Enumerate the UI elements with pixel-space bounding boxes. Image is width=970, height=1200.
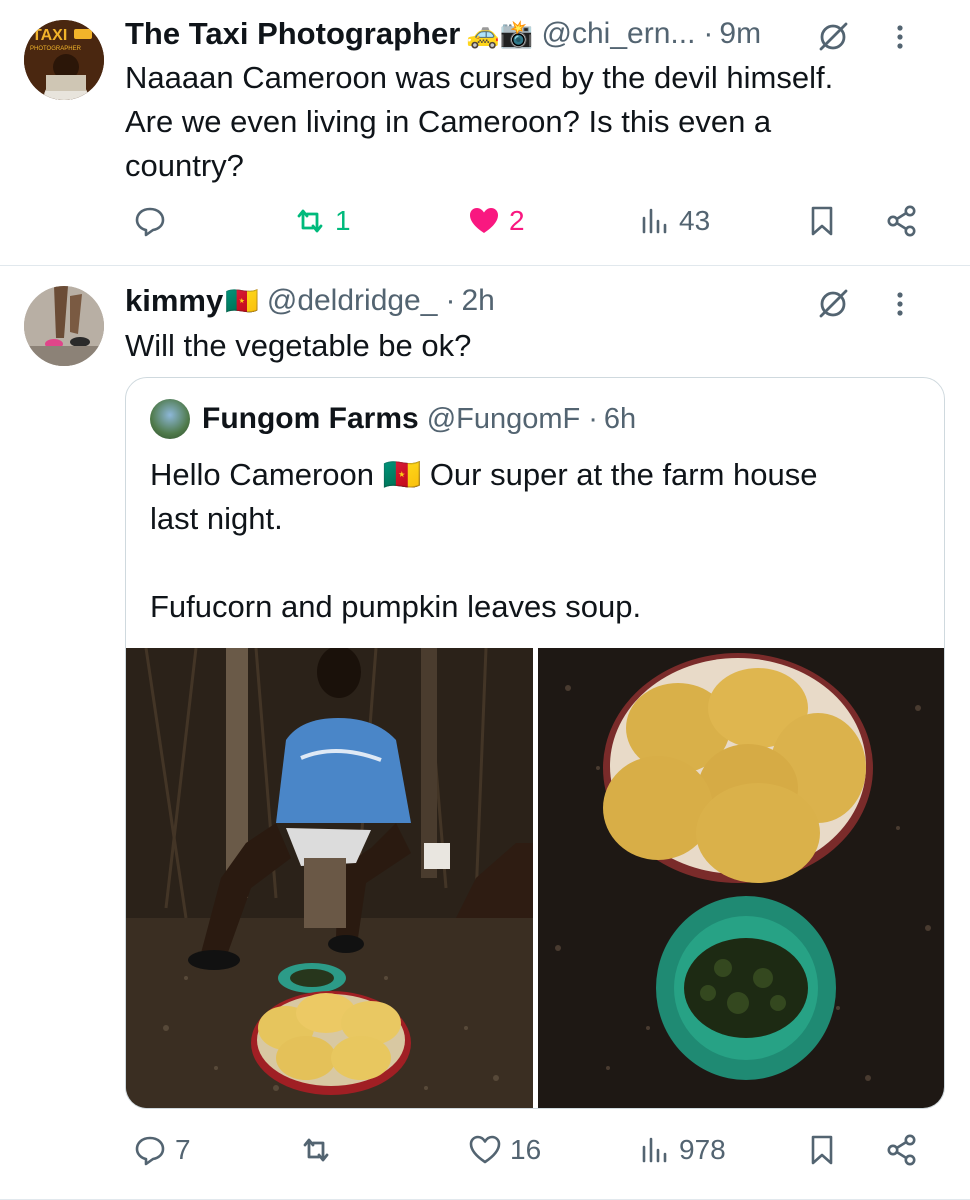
share-icon: [887, 1134, 916, 1166]
quoted-handle[interactable]: @FungomF: [427, 403, 581, 436]
quoted-text-blank-line: [150, 541, 920, 585]
reply-icon: [135, 207, 165, 237]
separator-dot: ·: [445, 284, 456, 317]
like-button[interactable]: 2: [467, 204, 525, 238]
avatar-image: [24, 286, 104, 366]
separator-dot: ·: [703, 17, 714, 50]
more-options-icon[interactable]: [890, 20, 910, 54]
quoted-tweet-header: Fungom Farms @FungomF · 6h: [150, 398, 636, 440]
quoted-display-name[interactable]: Fungom Farms: [202, 402, 419, 436]
handle[interactable]: @chi_ern...: [542, 17, 696, 51]
grok-icon[interactable]: [816, 287, 850, 321]
name-emoji: 🚕📸: [466, 19, 534, 49]
reply-button[interactable]: [133, 204, 167, 238]
tweet[interactable]: TAXI PHOTOGRAPHER The Taxi Photographer …: [0, 0, 970, 266]
like-count: 16: [510, 1134, 542, 1165]
quoted-tweet[interactable]: Fungom Farms @FungomF · 6h Hello Cameroo…: [125, 377, 945, 1109]
timestamp[interactable]: 9m: [719, 17, 761, 51]
share-button[interactable]: [885, 1133, 919, 1167]
action-bar: 1 2 43: [125, 204, 940, 248]
tweet-header: The Taxi Photographer 🚕📸 @chi_ern... · 9…: [125, 14, 940, 54]
more-options-icon[interactable]: [890, 287, 910, 321]
retweet-count: 1: [335, 205, 351, 236]
grok-icon[interactable]: [816, 20, 850, 54]
quoted-text-line: last night.: [150, 501, 283, 536]
reply-count: 7: [175, 1134, 191, 1165]
tweet-text-line: Will the vegetable be ok?: [125, 328, 472, 363]
views-button[interactable]: 978: [637, 1133, 726, 1167]
avatar[interactable]: [24, 286, 104, 366]
avatar-logo-text: TAXI: [32, 27, 67, 44]
views-count: 978: [679, 1134, 726, 1165]
views-chart-icon: [642, 1137, 667, 1163]
bookmark-icon: [811, 206, 833, 236]
reply-button[interactable]: 7: [133, 1133, 191, 1167]
tweet-header: kimmy 🇨🇲 @deldridge_ · 2h: [125, 281, 940, 321]
separator-dot: ·: [588, 402, 598, 435]
like-count: 2: [509, 205, 525, 236]
tweet-text-line: country?: [125, 148, 244, 183]
avatar-image: TAXI PHOTOGRAPHER: [24, 20, 104, 100]
avatar[interactable]: TAXI PHOTOGRAPHER: [24, 20, 104, 100]
share-icon: [887, 205, 916, 237]
bookmark-button[interactable]: [805, 204, 839, 238]
views-chart-icon: [642, 208, 667, 234]
quoted-text-line: Fufucorn and pumpkin leaves soup.: [150, 589, 642, 624]
like-button[interactable]: 16: [468, 1133, 541, 1167]
avatar-logo-subtext: PHOTOGRAPHER: [30, 46, 82, 52]
handle[interactable]: @deldridge_: [267, 284, 438, 318]
tweet-text: Naaaan Cameroon was cursed by the devil …: [125, 56, 930, 188]
retweet-icon: [297, 209, 323, 233]
heart-icon: [469, 1135, 501, 1164]
photo-fufucorn-and-soup[interactable]: [538, 648, 945, 1109]
bookmark-icon: [811, 1135, 833, 1165]
tweet[interactable]: kimmy 🇨🇲 @deldridge_ · 2h Will the veget…: [0, 267, 970, 1200]
share-button[interactable]: [885, 204, 919, 238]
views-count: 43: [679, 205, 711, 236]
views-button[interactable]: 43: [637, 204, 710, 238]
retweet-button[interactable]: 1: [293, 204, 351, 238]
retweet-icon: [303, 1138, 329, 1162]
quoted-timestamp[interactable]: 6h: [604, 403, 636, 436]
retweet-button[interactable]: [299, 1133, 333, 1167]
action-bar: 7 16 978: [125, 1133, 940, 1177]
quoted-tweet-text: Hello Cameroon 🇨🇲 Our super at the farm …: [150, 453, 920, 629]
tweet-text: Will the vegetable be ok?: [125, 324, 930, 368]
display-name[interactable]: The Taxi Photographer: [125, 16, 460, 52]
reply-icon: [135, 1136, 165, 1166]
tweet-text-line: Are we even living in Cameroon? Is this …: [125, 104, 772, 139]
timestamp[interactable]: 2h: [461, 284, 494, 318]
bookmark-button[interactable]: [805, 1133, 839, 1167]
flag-emoji: 🇨🇲: [225, 286, 259, 316]
photo-man-with-food[interactable]: [126, 648, 533, 1109]
display-name[interactable]: kimmy: [125, 283, 223, 319]
quoted-avatar[interactable]: [150, 399, 190, 439]
heart-filled-icon: [470, 208, 498, 233]
quoted-text-line: Hello Cameroon 🇨🇲 Our super at the farm …: [150, 457, 818, 492]
tweet-text-line: Naaaan Cameroon was cursed by the devil …: [125, 60, 834, 95]
